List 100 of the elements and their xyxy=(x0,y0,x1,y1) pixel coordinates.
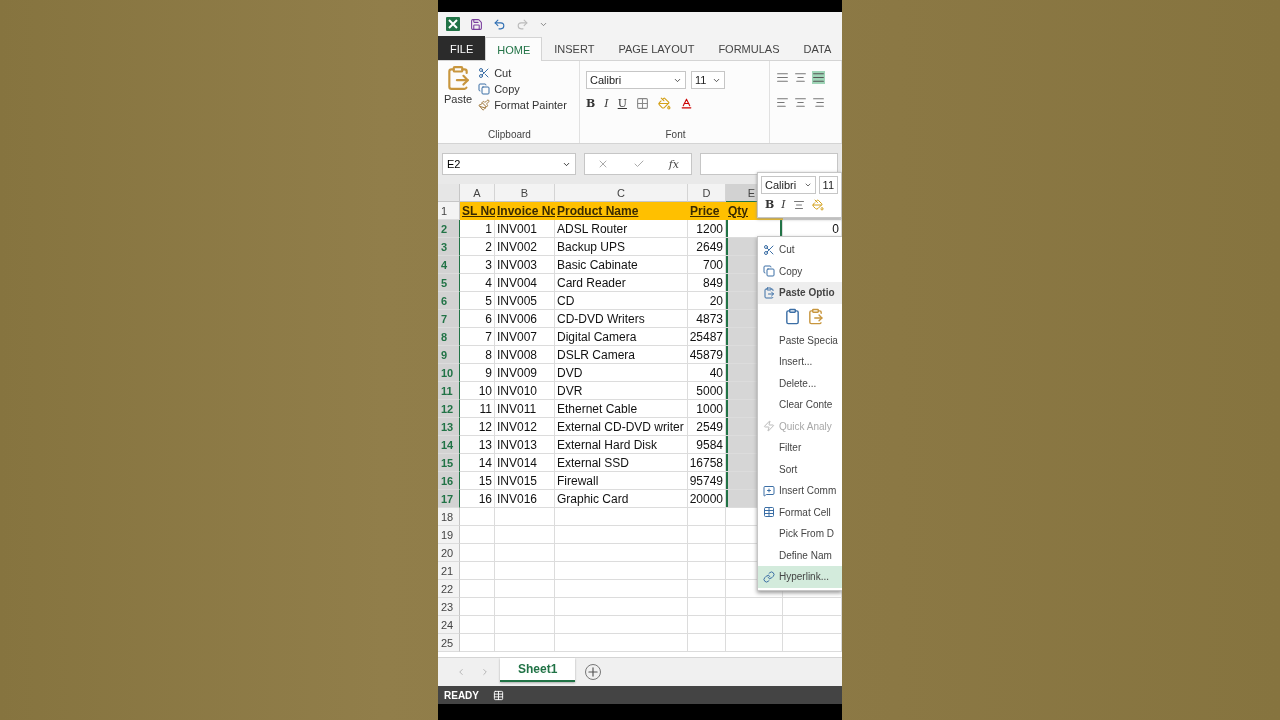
row-header[interactable]: 21 xyxy=(438,562,460,580)
comment-icon xyxy=(762,484,775,497)
row-header[interactable]: 19 xyxy=(438,526,460,544)
font-name-field[interactable]: Calibri xyxy=(761,176,816,194)
table-cell: External Hard Disk xyxy=(555,436,688,454)
column-header[interactable]: D xyxy=(688,184,726,202)
table-cell: External SSD xyxy=(555,454,688,472)
paste-button[interactable]: Paste xyxy=(444,65,473,129)
formula-input[interactable] xyxy=(700,153,838,175)
table-cell: External CD-DVD writer xyxy=(555,418,688,436)
row-header[interactable]: 22 xyxy=(438,580,460,598)
row-header[interactable]: 13 xyxy=(438,418,460,436)
table-cell: INV003 xyxy=(495,256,555,274)
menu-item[interactable]: Define Nam xyxy=(758,544,842,566)
row-header[interactable]: 16 xyxy=(438,472,460,490)
align-center-icon[interactable] xyxy=(792,198,805,211)
row-header[interactable]: 6 xyxy=(438,292,460,310)
borders-icon[interactable] xyxy=(635,97,649,110)
fill-color-icon[interactable] xyxy=(811,198,824,211)
paste-keep-formatting-icon[interactable] xyxy=(784,308,801,325)
save-icon[interactable] xyxy=(470,17,483,31)
column-header[interactable]: C xyxy=(555,184,688,202)
align-center-icon[interactable] xyxy=(794,96,807,109)
italic-button[interactable]: I xyxy=(781,198,786,211)
insert-function-button[interactable]: fx xyxy=(668,157,680,171)
row-header[interactable]: 8 xyxy=(438,328,460,346)
font-color-icon[interactable] xyxy=(679,97,693,110)
align-right-icon[interactable] xyxy=(812,96,825,109)
paste-values-icon[interactable] xyxy=(807,308,824,325)
table-cell: 13 xyxy=(460,436,495,454)
row-header[interactable]: 25 xyxy=(438,634,460,652)
ribbon-tab[interactable]: FORMULAS xyxy=(706,36,792,60)
scissors-icon xyxy=(478,67,491,79)
align-bottom-icon[interactable] xyxy=(812,71,825,84)
table-cell: INV006 xyxy=(495,310,555,328)
font-size-field[interactable]: 11 xyxy=(691,71,725,89)
row-header[interactable]: 11 xyxy=(438,382,460,400)
row-header[interactable]: 15 xyxy=(438,454,460,472)
row-header[interactable]: 1 xyxy=(438,202,460,220)
table-cell: 25487 xyxy=(688,328,726,346)
column-header[interactable]: A xyxy=(460,184,495,202)
group-label: Clipboard xyxy=(487,129,532,142)
row-header[interactable]: 10 xyxy=(438,364,460,382)
menu-item[interactable]: Format Cell xyxy=(758,501,842,523)
menu-item[interactable]: Insert Comm xyxy=(758,480,842,502)
menu-item[interactable]: Insert... xyxy=(758,351,842,373)
row-header[interactable]: 20 xyxy=(438,544,460,562)
row-header[interactable]: 5 xyxy=(438,274,460,292)
ribbon-tab[interactable]: FILE xyxy=(438,36,486,60)
menu-item[interactable]: Paste Optio xyxy=(758,282,842,304)
ribbon-tab[interactable]: PAGE LAYOUT xyxy=(606,36,707,60)
font-size-field[interactable]: 11 xyxy=(818,176,838,194)
row-header[interactable]: 24 xyxy=(438,616,460,634)
table-cell: 10 xyxy=(460,382,495,400)
row-header[interactable]: 17 xyxy=(438,490,460,508)
ribbon-tab[interactable]: DATA xyxy=(791,36,842,60)
copy-button[interactable]: Copy xyxy=(478,83,567,95)
row-header[interactable]: 2 xyxy=(438,220,460,238)
table-cell: 1200 xyxy=(688,220,726,238)
table-cell: Backup UPS xyxy=(555,238,688,256)
paintbrush-icon xyxy=(478,99,491,111)
table-cell: INV015 xyxy=(495,472,555,490)
row-header[interactable]: 14 xyxy=(438,436,460,454)
align-top-icon[interactable] xyxy=(776,71,789,84)
bold-button[interactable]: B xyxy=(586,97,596,110)
enter-icon[interactable] xyxy=(632,158,645,170)
underline-button[interactable]: U xyxy=(617,97,627,110)
font-name-field[interactable]: Calibri xyxy=(586,71,686,89)
row-header[interactable]: 9 xyxy=(438,346,460,364)
row-header[interactable]: 3 xyxy=(438,238,460,256)
menu-item[interactable]: Delete... xyxy=(758,372,842,394)
ribbon-tab[interactable]: HOME xyxy=(485,37,543,61)
page-view-icon[interactable] xyxy=(493,689,504,701)
name-box[interactable]: E2 xyxy=(442,153,576,175)
format-painter-button[interactable]: Format Painter xyxy=(478,99,567,111)
menu-item[interactable]: Cut xyxy=(758,239,842,261)
italic-button[interactable]: I xyxy=(604,97,609,110)
cut-button[interactable]: Cut xyxy=(478,67,567,79)
menu-item[interactable]: Filter xyxy=(758,437,842,459)
row-header[interactable]: 12 xyxy=(438,400,460,418)
menu-item[interactable]: Clear Conte xyxy=(758,394,842,416)
table-cell: INV010 xyxy=(495,382,555,400)
table-cell: 95749 xyxy=(688,472,726,490)
row-header[interactable]: 7 xyxy=(438,310,460,328)
menu-item[interactable]: Hyperlink... xyxy=(758,566,842,588)
align-middle-icon[interactable] xyxy=(794,71,807,84)
undo-icon[interactable] xyxy=(493,17,506,31)
column-header[interactable]: B xyxy=(495,184,555,202)
row-header[interactable]: 4 xyxy=(438,256,460,274)
sheet-tab[interactable]: Sheet1 xyxy=(500,658,576,682)
table-cell: 11 xyxy=(460,400,495,418)
menu-item[interactable]: Paste Specia xyxy=(758,329,842,351)
align-left-icon[interactable] xyxy=(776,96,789,109)
row-header[interactable]: 18 xyxy=(438,508,460,526)
ribbon-tab[interactable]: INSERT xyxy=(542,36,607,60)
menu-item[interactable]: Pick From D xyxy=(758,523,842,545)
row-header[interactable]: 23 xyxy=(438,598,460,616)
menu-item[interactable]: Sort xyxy=(758,458,842,480)
menu-item[interactable]: Copy xyxy=(758,260,842,282)
fill-color-icon[interactable] xyxy=(657,97,671,110)
